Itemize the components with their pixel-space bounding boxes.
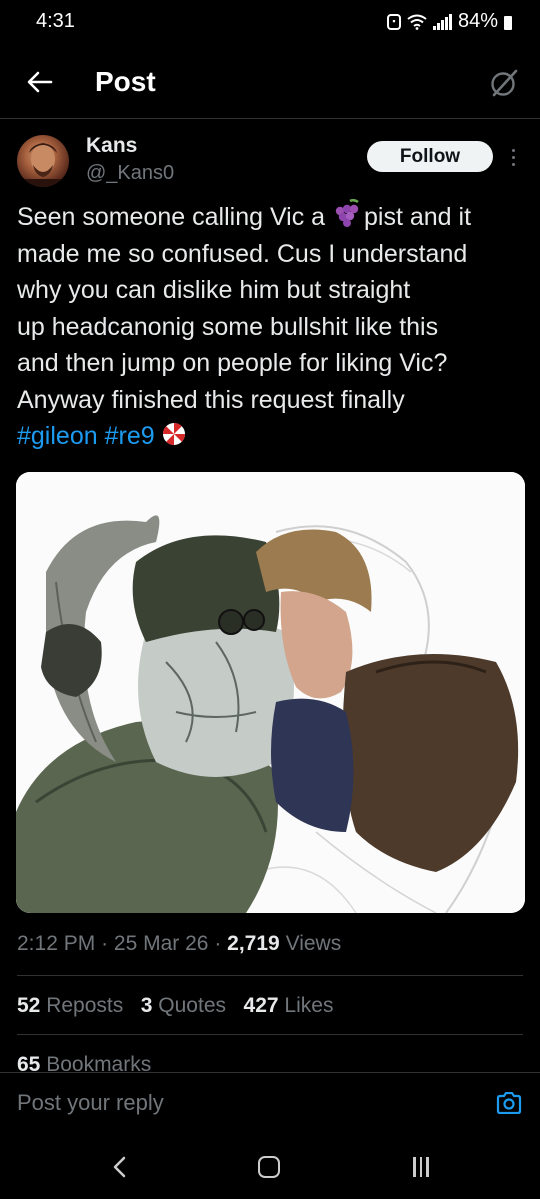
recents-bar-icon (419, 1157, 423, 1177)
tweet-line: why you can dislike him but straight (17, 276, 411, 304)
grok-icon (491, 69, 518, 97)
more-dot-icon (511, 162, 515, 166)
bookmarks-stat[interactable]: 65 Bookmarks (17, 1053, 151, 1073)
arrow-left-icon (27, 71, 53, 93)
recents-bar-icon (426, 1157, 429, 1177)
quotes-stat[interactable]: 3 Quotes (141, 994, 226, 1017)
reposts-stat[interactable]: 52 Reposts (17, 994, 123, 1017)
grapes-icon (335, 199, 359, 227)
divider (17, 975, 523, 976)
tweet-line: up headcanonig some bullshit like this (17, 312, 439, 341)
lock-icon: ▪ (386, 13, 401, 30)
author-name[interactable]: Kans (86, 134, 137, 158)
nav-back-button[interactable] (110, 1155, 130, 1179)
post-image[interactable] (16, 472, 525, 913)
tweet-line: and then jump on people for liking Vic? (17, 349, 448, 377)
tweet-line: Anyway finished this request finally (17, 385, 405, 414)
tweet-line: Seen someone calling Vic a pist and it (17, 199, 529, 236)
artwork-illustration (16, 472, 525, 913)
follow-button[interactable]: Follow (367, 141, 493, 172)
post-timestamp-views: 2:12 PM · 25 Mar 26 · 2,719 Views (17, 932, 341, 956)
tweet-hashtag-line: #gileon #re9 (17, 418, 529, 455)
battery-icon (504, 15, 512, 30)
status-icons: ▪ 84% (386, 10, 512, 33)
more-dot-icon (511, 155, 515, 159)
views-label: Views (285, 932, 342, 955)
status-time: 4:31 (36, 10, 75, 32)
divider (17, 1034, 523, 1035)
nav-recents-button[interactable] (411, 1157, 431, 1177)
post-time: 2:12 PM (17, 932, 96, 955)
header-divider (0, 118, 540, 119)
avatar-portrait (17, 143, 69, 187)
more-dot-icon (511, 148, 515, 152)
camera-button[interactable] (496, 1091, 522, 1115)
meta-separator: · (101, 932, 109, 955)
engagement-stats: 52 Reposts 3 Quotes 427 Likes (17, 994, 333, 1018)
grok-button[interactable] (488, 67, 520, 99)
umbrella-corp-icon (162, 422, 185, 446)
hashtag-link[interactable]: #gileon (17, 422, 98, 450)
wifi-icon (407, 14, 427, 30)
chevron-left-icon (113, 1156, 126, 1178)
more-options-button[interactable] (504, 143, 522, 171)
back-button[interactable] (22, 64, 58, 100)
hashtag-link[interactable]: #re9 (105, 422, 155, 450)
recents-bar-icon (413, 1157, 416, 1177)
page-title: Post (95, 66, 156, 97)
tweet-line: made me so confused. Cus I understand (17, 239, 468, 268)
signal-icon (432, 13, 452, 30)
meta-separator: · (214, 932, 222, 955)
post-date: 25 Mar 26 (113, 932, 209, 955)
avatar[interactable] (17, 135, 69, 187)
reply-input[interactable]: Post your reply (17, 1090, 164, 1116)
nav-home-button[interactable] (258, 1156, 280, 1178)
views-count: 2,719 (227, 932, 280, 955)
tweet-text: Seen someone calling Vic a pist and it m… (17, 199, 529, 455)
camera-icon (496, 1091, 522, 1115)
battery-percent: 84% (457, 10, 498, 32)
author-handle[interactable]: @_Kans0 (86, 162, 174, 185)
likes-stat[interactable]: 427 Likes (244, 994, 334, 1017)
